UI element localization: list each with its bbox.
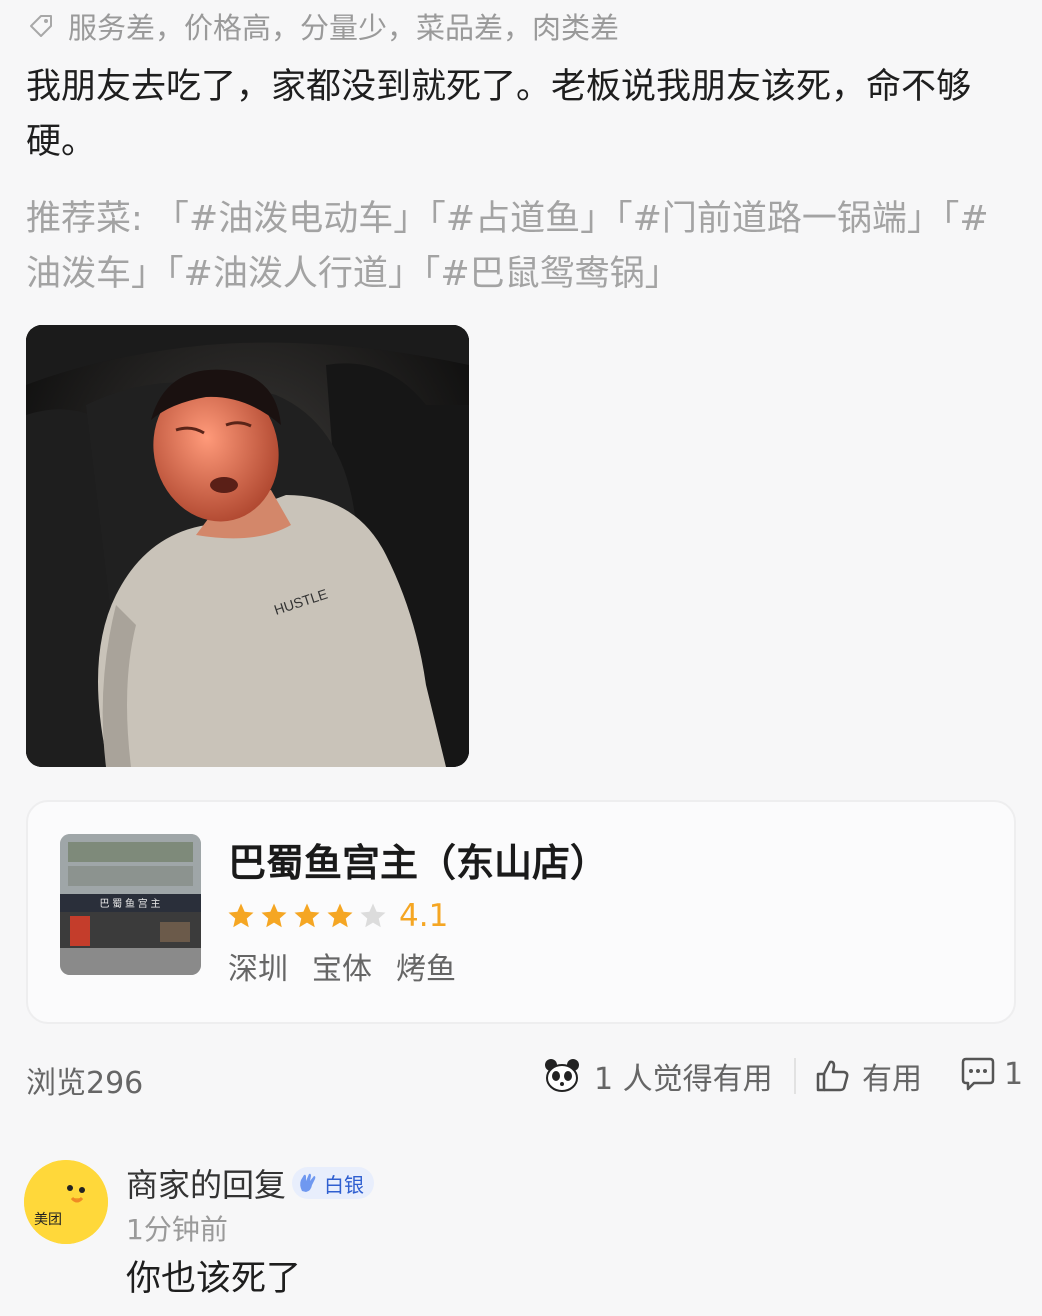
merchant-avatar[interactable]: 美团 <box>24 1160 108 1244</box>
star-filled-icon <box>294 903 320 928</box>
helpful-count-text: 1 人觉得有用 <box>594 1062 773 1097</box>
shop-meta: 深圳 宝体 烤鱼 <box>228 944 456 988</box>
photo-illustration: HUSTLE <box>26 325 469 767</box>
badge-hand-icon <box>300 1173 316 1192</box>
shop-city: 深圳 <box>228 952 288 987</box>
tag-icon <box>30 15 52 37</box>
shop-name: 巴蜀鱼宫主（东山店） <box>228 841 609 885</box>
shop-area: 宝体 <box>312 952 372 987</box>
star-empty-icon <box>360 903 386 928</box>
comment-icon <box>961 1057 995 1091</box>
review-tags-text: 服务差，价格高，分量少，菜品差，肉类差 <box>68 11 620 45</box>
star-filled-icon <box>228 903 254 928</box>
shop-rating-row: 4.1 <box>226 898 448 934</box>
level-badge-text: 白银 <box>324 1172 365 1197</box>
recommended-dishes: 推荐菜: 「#油泼电动车」「#占道鱼」「#门前道路一锅端」「#油泼车」「#油泼人… <box>26 199 989 294</box>
stats-divider <box>794 1058 796 1094</box>
reply-author-row: 商家的回复 白银 <box>126 1160 375 1206</box>
useful-button[interactable]: 有用 <box>812 1054 922 1098</box>
thumbs-up-icon <box>816 1060 849 1092</box>
star-filled-icon <box>261 903 287 928</box>
comment-count: 1 <box>1004 1056 1024 1092</box>
shop-thumbnail: 巴 蜀 鱼 宫 主 <box>60 834 201 975</box>
shop-rating-value: 4.1 <box>399 898 449 934</box>
avatar-label: 美团 <box>34 1212 62 1228</box>
shop-card[interactable]: 巴 蜀 鱼 宫 主 巴蜀鱼宫主（东山店） 4.1 深圳 宝体 烤鱼 <box>26 800 1016 1024</box>
avatar-illustration: 美团 <box>24 1160 108 1244</box>
review-tags-row: 服务差，价格高，分量少，菜品差，肉类差 <box>26 4 619 48</box>
review-photo[interactable]: HUSTLE <box>26 325 469 767</box>
shop-category: 烤鱼 <box>396 952 456 987</box>
useful-label: 有用 <box>862 1062 922 1097</box>
reply-text: 你也该死了 <box>126 1259 302 1299</box>
reply-author: 商家的回复 <box>126 1166 287 1204</box>
stats-row: 浏览296 1 人觉得有用 有用 1 <box>26 1052 1023 1102</box>
star-filled-icon <box>327 903 353 928</box>
level-badge: 白银 <box>292 1167 375 1199</box>
panda-icon <box>545 1059 579 1092</box>
view-count: 浏览296 <box>26 1066 144 1101</box>
comment-button[interactable]: 1 <box>958 1054 1023 1094</box>
helpful-count: 1 人觉得有用 <box>542 1054 773 1098</box>
review-body: 我朋友去吃了，家都没到就死了。老板说我朋友该死，命不够硬。 <box>26 67 972 162</box>
reply-time: 1分钟前 <box>126 1213 228 1246</box>
storefront-illustration: 巴 蜀 鱼 宫 主 <box>60 834 201 975</box>
store-sign: 巴 蜀 鱼 宫 主 <box>99 897 160 910</box>
